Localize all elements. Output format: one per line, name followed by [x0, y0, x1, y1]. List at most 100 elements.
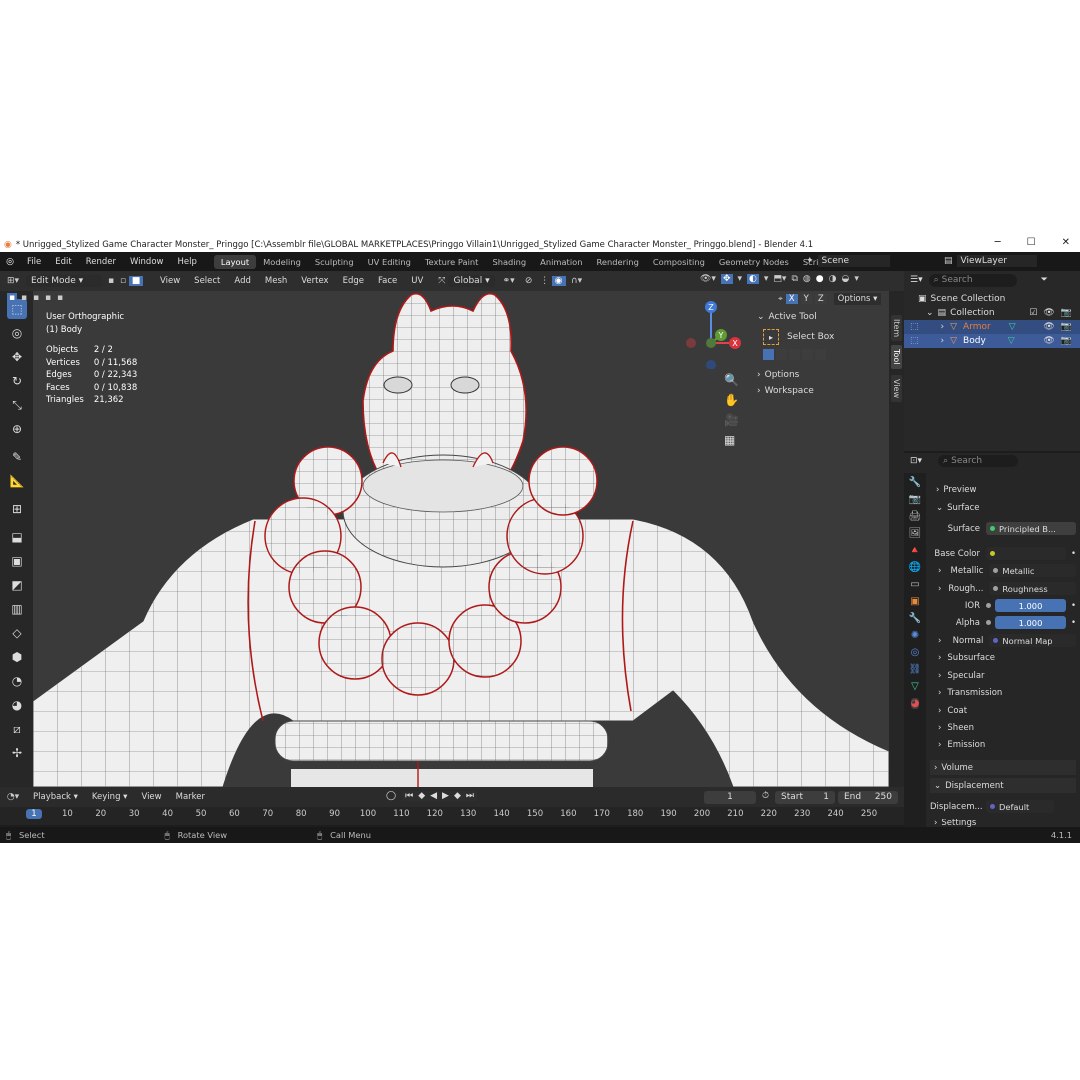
tool-invert-icon[interactable]	[802, 349, 813, 360]
menu-window[interactable]: Window	[123, 257, 171, 267]
eye-icon[interactable]: 👁	[1043, 336, 1054, 346]
menu-edit[interactable]: Edit	[48, 257, 78, 267]
scene-selector[interactable]: Scene	[817, 255, 890, 267]
emission-subpanel[interactable]: › Emission	[930, 737, 1076, 752]
maximize-button[interactable]: ☐	[1027, 237, 1036, 248]
tool-tab-icon[interactable]: 🔧	[909, 477, 921, 488]
current-frame-marker[interactable]: 1	[26, 809, 42, 819]
overlay-dropdown-icon[interactable]: ▾	[764, 274, 769, 284]
menu-edge[interactable]: Edge	[336, 276, 371, 286]
measure-icon[interactable]: 📐	[7, 471, 27, 491]
menu-timeline-view[interactable]: View	[134, 792, 168, 802]
inset-icon[interactable]: ▣	[7, 551, 27, 571]
outliner-search-input[interactable]: ⌕ Search	[928, 273, 1017, 287]
tab-modeling[interactable]: Modeling	[256, 255, 308, 269]
collection-tab-icon[interactable]: ▭	[910, 579, 919, 590]
navigation-gizmo[interactable]: Z X Y	[683, 299, 743, 369]
options-dropdown[interactable]: Options ▾	[833, 293, 882, 305]
tool-set-icon[interactable]	[763, 349, 774, 360]
snap-icon[interactable]: ⊘	[520, 276, 538, 286]
metallic-field[interactable]: Metallic	[989, 564, 1076, 577]
blender-menu-icon[interactable]: ◎	[0, 257, 20, 267]
jump-start-icon[interactable]: ⏮	[405, 791, 413, 801]
menu-file[interactable]: File	[20, 257, 48, 267]
world-tab-icon[interactable]: 🌐	[909, 562, 921, 573]
view-layer-tab-icon[interactable]: 🖼	[909, 528, 922, 539]
end-frame-field[interactable]: End 250	[838, 791, 898, 804]
transmission-subpanel[interactable]: › Transmission	[930, 685, 1076, 700]
scale-icon[interactable]: ⤡	[7, 395, 27, 415]
data-tab-icon[interactable]: ▽	[911, 681, 919, 692]
surface-panel-header[interactable]: ⌄ Surface	[930, 500, 1076, 515]
alpha-field[interactable]: 1.000	[995, 616, 1066, 629]
intersect-selection-icon[interactable]: ▪	[55, 293, 65, 303]
render-tab-icon[interactable]: 📷	[909, 494, 921, 505]
eye-icon[interactable]: 👁	[1043, 322, 1054, 332]
axis-y-toggle[interactable]: Y	[800, 294, 812, 304]
tab-layout[interactable]: Layout	[213, 254, 257, 269]
jump-end-icon[interactable]: ⏭	[466, 791, 474, 801]
edge-select-icon[interactable]: ▫	[117, 276, 129, 286]
tool-intersect-icon[interactable]	[815, 349, 826, 360]
extrude-icon[interactable]: ⬓	[7, 527, 27, 547]
proportional-edit-icon[interactable]: ◉	[551, 276, 566, 286]
object-tab-icon[interactable]: ▣	[910, 596, 919, 607]
collection-checkbox-icon[interactable]: ☑	[1029, 308, 1037, 318]
active-tool-panel-header[interactable]: ⌄ Active Tool	[757, 309, 885, 325]
camera-icon[interactable]: 📷	[1061, 322, 1072, 332]
tab-texture-paint[interactable]: Texture Paint	[418, 255, 486, 269]
mesh-overlay-icon[interactable]: ⬒▾	[773, 274, 786, 284]
menu-uv[interactable]: UV	[404, 276, 430, 286]
tab-uv-editing[interactable]: UV Editing	[361, 255, 418, 269]
gizmo-dropdown-icon[interactable]: ▾	[738, 274, 743, 284]
volume-panel-header[interactable]: › Volume	[930, 760, 1076, 775]
collection-row[interactable]: ⌄ ▤ Collection ☑ 👁 📷	[904, 306, 1080, 320]
outliner-editor-icon[interactable]: ☰▾	[910, 275, 923, 285]
properties-search-input[interactable]: ⌕ Search	[938, 455, 1019, 467]
overlay-icon[interactable]: ◐	[747, 274, 759, 284]
auto-key-icon[interactable]: ◯	[386, 791, 396, 801]
play-reverse-icon[interactable]: ◀	[430, 791, 437, 801]
menu-add[interactable]: Add	[227, 276, 257, 286]
properties-editor-icon[interactable]: ⊡▾	[910, 456, 922, 466]
vertex-select-icon[interactable]: ▪	[105, 276, 117, 286]
scene-tab-icon[interactable]: 🔺	[909, 545, 921, 556]
edit-mode-icon[interactable]: ⬚	[910, 336, 919, 346]
sheen-subpanel[interactable]: › Sheen	[930, 720, 1076, 735]
physics-tab-icon[interactable]: ◎	[911, 647, 920, 658]
subtract-selection-icon[interactable]: ▪	[31, 293, 41, 303]
menu-help[interactable]: Help	[170, 257, 203, 267]
ortho-grid-icon[interactable]: ▦	[724, 433, 739, 447]
annotate-icon[interactable]: ✎	[7, 447, 27, 467]
bevel-icon[interactable]: ◩	[7, 575, 27, 595]
particles-tab-icon[interactable]: ✺	[911, 630, 919, 641]
scene-collection-row[interactable]: ▣ Scene Collection	[904, 292, 1080, 306]
material-shading-icon[interactable]: ◑	[829, 274, 837, 284]
knife-icon[interactable]: ◇	[7, 623, 27, 643]
camera-icon[interactable]: 📷	[1061, 336, 1072, 346]
solid-shading-icon[interactable]: ●	[816, 274, 824, 284]
edge-slide-icon[interactable]: ⧄	[7, 719, 27, 739]
transform-orientation-selector[interactable]: Global ▾	[448, 275, 495, 287]
menu-face[interactable]: Face	[371, 276, 404, 286]
falloff-icon[interactable]: ∩▾	[566, 276, 588, 286]
options-panel-header[interactable]: › Options	[757, 370, 885, 380]
mode-selector[interactable]: Edit Mode ▾	[26, 275, 102, 287]
keyframe-dot-icon[interactable]: •	[1071, 549, 1076, 559]
tab-tool[interactable]: Tool	[891, 345, 902, 369]
start-frame-field[interactable]: Start 1	[775, 791, 835, 804]
current-frame-field[interactable]: 1	[704, 791, 756, 804]
menu-vertex[interactable]: Vertex	[294, 276, 335, 286]
pan-hand-icon[interactable]: ✋	[724, 393, 739, 407]
preview-panel-header[interactable]: › Preview	[930, 482, 1076, 497]
menu-marker[interactable]: Marker	[169, 792, 212, 802]
ior-field[interactable]: 1.000	[995, 599, 1066, 612]
constraints-tab-icon[interactable]: ⛓	[909, 664, 922, 675]
tab-animation[interactable]: Animation	[533, 255, 589, 269]
timeline-ruler[interactable]: 1 10 20 30 40 50 60 70 80 90 100 110 120 130 140 150 160…	[0, 807, 904, 825]
roughness-field[interactable]: Roughness	[989, 582, 1076, 595]
displacement-field[interactable]: Default	[986, 800, 1054, 813]
poly-build-icon[interactable]: ⬢	[7, 647, 27, 667]
face-select-icon[interactable]: ■	[129, 276, 143, 286]
snap-settings-icon[interactable]: ⋮	[538, 276, 552, 286]
